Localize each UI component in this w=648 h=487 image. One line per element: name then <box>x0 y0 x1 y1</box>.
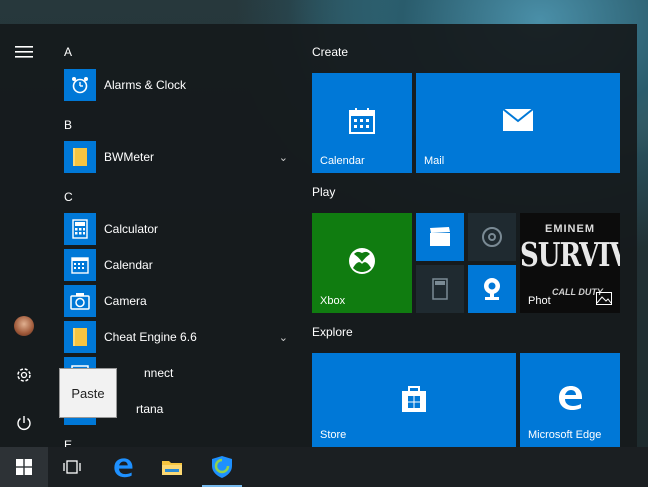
tile-label: Store <box>320 429 347 441</box>
app-label: Alarms & Clock <box>104 78 187 92</box>
tile-label: Xbox <box>320 295 346 307</box>
mail-icon <box>500 105 536 135</box>
xbox-icon <box>346 245 378 277</box>
power-icon <box>17 416 31 430</box>
hamburger-icon <box>15 46 33 58</box>
tiles-area: Create Calendar Mail Play Xbox EMINEM SU… <box>312 24 632 447</box>
tile-label: Phot <box>528 295 551 307</box>
app-label: nnect <box>144 366 174 380</box>
letter-header-e[interactable]: E <box>64 438 72 447</box>
edge-icon <box>554 381 586 413</box>
tile-mail[interactable]: Mail <box>416 73 620 173</box>
calculator-icon <box>64 213 96 245</box>
camera-icon <box>64 285 96 317</box>
folder-icon <box>64 321 96 353</box>
folder-icon <box>162 461 182 475</box>
chevron-down-icon[interactable]: ⌄ <box>279 331 288 344</box>
tile-movies[interactable] <box>416 213 464 261</box>
app-label: BWMeter <box>104 150 155 164</box>
app-alarms-clock[interactable]: Alarms & Clock <box>64 68 296 102</box>
photos-icon <box>596 291 612 305</box>
taskbar-file-explorer-button[interactable] <box>148 447 196 487</box>
tile-calendar[interactable]: Calendar <box>312 73 412 173</box>
tile-groove[interactable] <box>468 213 516 261</box>
windows-icon <box>16 459 32 475</box>
app-label: Cheat Engine 6.6 <box>104 330 197 344</box>
tile-calculator[interactable] <box>416 265 464 313</box>
start-rail <box>0 24 48 447</box>
tile-label: Mail <box>424 155 445 167</box>
start-button[interactable] <box>0 447 48 487</box>
tile-store[interactable]: Store <box>312 353 516 447</box>
chevron-down-icon[interactable]: ⌄ <box>279 151 288 164</box>
calculator-icon <box>428 277 452 301</box>
film-icon <box>428 225 452 249</box>
paste-tooltip: Paste <box>59 368 117 418</box>
calendar-icon <box>64 249 96 281</box>
task-view-icon <box>63 460 81 474</box>
album-artist-text: EMINEM <box>545 223 595 235</box>
taskbar <box>0 447 648 487</box>
tile-webcam[interactable] <box>468 265 516 313</box>
shopping-bag-icon <box>398 381 430 415</box>
folder-icon <box>64 141 96 173</box>
album-title-text: SURVIVAL <box>520 237 620 275</box>
taskbar-edge-button[interactable] <box>99 447 147 487</box>
shield-icon <box>212 456 232 478</box>
app-label: Calendar <box>104 258 153 272</box>
tile-xbox[interactable]: Xbox <box>312 213 412 313</box>
hamburger-menu-button[interactable] <box>0 30 48 74</box>
app-label: rtana <box>136 402 164 416</box>
app-bwmeter[interactable]: BWMeter ⌄ <box>64 140 296 174</box>
tile-label: Microsoft Edge <box>528 429 602 441</box>
edge-icon <box>114 458 133 478</box>
letter-header-c[interactable]: C <box>64 190 73 204</box>
group-title-explore[interactable]: Explore <box>312 325 353 339</box>
calendar-icon <box>344 103 380 139</box>
group-title-play[interactable]: Play <box>312 185 335 199</box>
settings-button[interactable] <box>0 353 48 397</box>
app-label: Camera <box>104 294 147 308</box>
taskbar-hotspot-shield-button[interactable] <box>198 447 246 487</box>
tile-microsoft-edge[interactable]: Microsoft Edge <box>520 353 620 447</box>
app-camera[interactable]: Camera <box>64 284 296 318</box>
disc-icon <box>480 225 504 249</box>
letter-header-b[interactable]: B <box>64 118 72 132</box>
letter-header-a[interactable]: A <box>64 45 72 59</box>
webcam-icon <box>480 275 504 303</box>
group-title-create[interactable]: Create <box>312 45 348 59</box>
power-button[interactable] <box>0 401 48 445</box>
app-calendar[interactable]: Calendar <box>64 248 296 282</box>
task-view-button[interactable] <box>48 447 96 487</box>
gear-icon <box>17 368 31 382</box>
alarm-clock-icon <box>64 69 96 101</box>
app-cheat-engine[interactable]: Cheat Engine 6.6 ⌄ <box>64 320 296 354</box>
tile-photos[interactable]: EMINEM SURVIVAL CALL DUTY Phot <box>520 213 620 313</box>
tile-label: Calendar <box>320 155 365 167</box>
avatar <box>14 316 34 336</box>
app-label: Calculator <box>104 222 159 236</box>
user-account-button[interactable] <box>0 304 48 348</box>
app-calculator[interactable]: Calculator <box>64 212 296 246</box>
